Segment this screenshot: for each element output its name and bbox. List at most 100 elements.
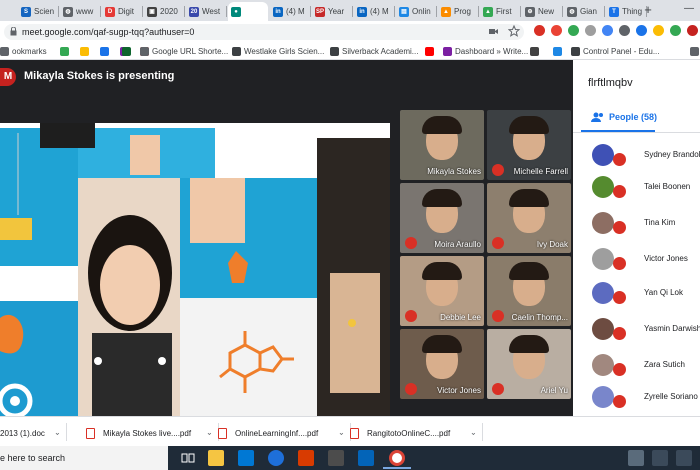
bookmark-star-icon[interactable]	[508, 25, 520, 37]
camera-icon[interactable]	[488, 26, 499, 37]
extension-gray-icon[interactable]	[585, 25, 596, 36]
browser-tab[interactable]: ▤ Onlin	[396, 2, 436, 21]
mail-icon[interactable]	[238, 450, 254, 466]
store-icon[interactable]	[328, 450, 344, 466]
bookmark-item[interactable]	[425, 45, 437, 58]
bookmark-favicon-icon	[690, 47, 699, 56]
edge-icon[interactable]	[268, 450, 284, 466]
tab-separator	[436, 6, 437, 17]
participant-hair	[509, 116, 549, 134]
chevron-down-icon[interactable]: ⌃	[54, 427, 61, 436]
bookmark-item[interactable]: Control Panel - Edu...	[571, 45, 659, 58]
browser-tab[interactable]: in (4) M	[270, 2, 310, 21]
browser-tab[interactable]: ●	[228, 2, 268, 21]
chevron-down-icon[interactable]: ⌃	[206, 427, 213, 436]
bookmark-item[interactable]: Silverback Academi...	[330, 45, 418, 58]
tab-label: Year	[328, 7, 345, 16]
bookmark-item[interactable]	[60, 45, 72, 58]
office-icon[interactable]	[298, 450, 314, 466]
extension-abp-icon[interactable]	[534, 25, 545, 36]
participant-tile[interactable]: Ariel Yu	[487, 329, 571, 399]
taskbar-search[interactable]: e here to search	[0, 446, 168, 470]
bookmark-item[interactable]	[690, 45, 700, 58]
bookmark-item[interactable]: ookmarks	[0, 45, 47, 58]
chevron-down-icon[interactable]: ⌃	[470, 427, 477, 436]
bookmark-item[interactable]	[530, 45, 542, 58]
mic-off-icon	[613, 327, 626, 340]
tray-app-icon-3[interactable]	[676, 450, 692, 466]
participant-tile[interactable]: Victor Jones	[400, 329, 484, 399]
participant-name: Michelle Farrell	[513, 167, 568, 176]
download-item[interactable]: 2013 (1).doc	[0, 425, 45, 441]
participant-tile[interactable]: Caelin Thomp...	[487, 256, 571, 326]
download-item[interactable]: RangitotoOnlineC....pdf	[350, 425, 450, 441]
bookmark-item[interactable]	[100, 45, 112, 58]
chrome-icon[interactable]	[389, 450, 405, 466]
bookmark-item[interactable]: Dashboard » Write...	[443, 45, 528, 58]
participant-tile[interactable]: Debbie Lee	[400, 256, 484, 326]
participant-tile[interactable]: Michelle Farrell	[487, 110, 571, 180]
participant-row[interactable]: Talei Boonen	[573, 172, 700, 202]
bookmark-label: Dashboard » Write...	[455, 47, 529, 56]
bookmark-item[interactable]: Google URL Shorte...	[140, 45, 228, 58]
extension-red-icon[interactable]	[551, 25, 562, 36]
participant-row[interactable]: Zyrelle Soriano	[573, 382, 700, 412]
download-item[interactable]: Mikayla Stokes live....pdf	[86, 425, 191, 441]
participant-tile[interactable]: Moira Araullo	[400, 183, 484, 253]
browser-tab[interactable]: in (4) M	[354, 2, 394, 21]
bookmark-item[interactable]	[80, 45, 92, 58]
tab-separator	[604, 6, 605, 17]
tray-app-icon-2[interactable]	[652, 450, 668, 466]
file-explorer-icon[interactable]	[208, 450, 224, 466]
task-view-icon[interactable]	[180, 450, 196, 466]
address-bar[interactable]: meet.google.com/qaf-sugp-tqq?authuser=0	[4, 24, 524, 40]
chevron-down-icon[interactable]: ⌃	[338, 427, 345, 436]
people-panel: flrftlmqbv People (58) Sydney Brandolino…	[573, 60, 700, 416]
browser-tab[interactable]: ▣ 2020	[144, 2, 184, 21]
participant-tile[interactable]: Mikayla Stokes	[400, 110, 484, 180]
bookmark-item[interactable]	[122, 45, 134, 58]
tab-separator	[226, 6, 227, 17]
bookmark-item[interactable]	[553, 45, 565, 58]
tab-people[interactable]: People (58)	[591, 112, 657, 122]
browser-tab[interactable]: S Scien	[18, 2, 58, 21]
extension-green-icon[interactable]	[568, 25, 579, 36]
participant-tile[interactable]: Ivy Doak	[487, 183, 571, 253]
profile-avatar[interactable]	[687, 25, 698, 36]
browser-tab[interactable]: ⊕ New	[522, 2, 562, 21]
mic-off-icon	[405, 383, 417, 395]
participant-row[interactable]: Tina Kim	[573, 208, 700, 238]
extension-circle-icon[interactable]	[670, 25, 681, 36]
participant-name: Moira Araullo	[434, 240, 481, 249]
tray-app-icon[interactable]	[628, 450, 644, 466]
mic-off-icon	[492, 237, 504, 249]
outlook-icon[interactable]	[358, 450, 374, 466]
tab-label: Gian	[580, 7, 597, 16]
browser-tab[interactable]: ▲ First	[480, 2, 520, 21]
bookmark-favicon-icon	[530, 47, 539, 56]
participant-row[interactable]: Zara Sutich	[573, 350, 700, 380]
extension-shield-icon[interactable]	[619, 25, 630, 36]
participant-row[interactable]: Yan Qi Lok	[573, 278, 700, 308]
download-item[interactable]: OnlineLearningInf....pdf	[218, 425, 318, 441]
bookmark-item[interactable]: Westlake Girls Scien...	[232, 45, 324, 58]
tab-favicon-icon: ▲	[483, 6, 493, 17]
minimize-button[interactable]: —	[684, 3, 694, 14]
browser-tab[interactable]: ◍ www	[60, 2, 100, 21]
extension-drive-icon[interactable]	[602, 25, 613, 36]
new-tab-button[interactable]: +	[641, 3, 655, 17]
browser-tab[interactable]: D Digit	[102, 2, 142, 21]
tab-separator	[58, 6, 59, 17]
extension-blue-icon[interactable]	[636, 25, 647, 36]
tab-separator	[520, 6, 521, 17]
browser-tab[interactable]: ◍ Gian	[564, 2, 604, 21]
browser-tab[interactable]: ▲ Prog	[438, 2, 478, 21]
browser-tab[interactable]: SP Year	[312, 2, 352, 21]
bookmark-label: Control Panel - Edu...	[583, 47, 660, 56]
participant-row[interactable]: Sydney Brandolino	[573, 140, 700, 170]
browser-tab[interactable]: T Thing	[606, 2, 646, 21]
browser-tab[interactable]: 20 West	[186, 2, 226, 21]
extension-yellow-icon[interactable]	[653, 25, 664, 36]
participant-row[interactable]: Victor Jones	[573, 244, 700, 274]
participant-row[interactable]: Yasmin Darwish	[573, 314, 700, 344]
